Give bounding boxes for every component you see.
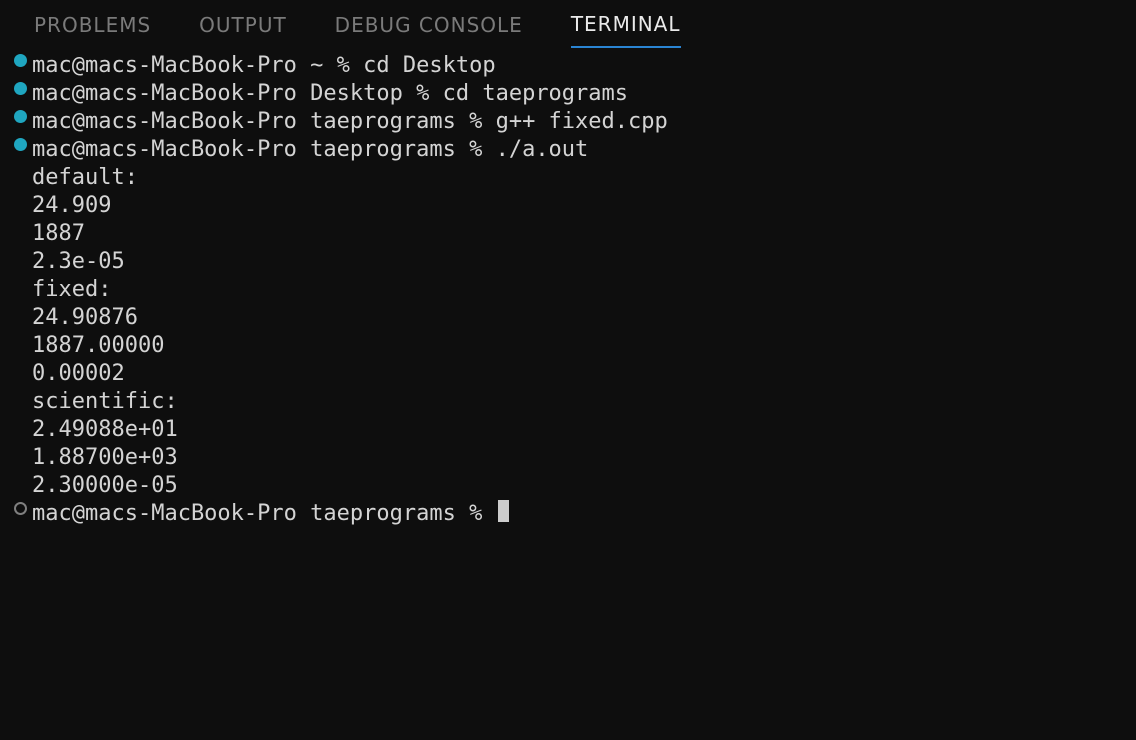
terminal-output[interactable]: mac@macs-MacBook-Pro ~ % cd Desktopmac@m… — [0, 48, 1136, 528]
terminal-text: 2.49088e+01 — [32, 416, 178, 444]
terminal-text: mac@macs-MacBook-Pro ~ % cd Desktop — [32, 52, 496, 80]
terminal-line: mac@macs-MacBook-Pro ~ % cd Desktop — [8, 52, 1136, 80]
terminal-line: 1887 — [8, 220, 1136, 248]
terminal-line: 2.3e-05 — [8, 248, 1136, 276]
tab-output[interactable]: OUTPUT — [199, 1, 287, 47]
terminal-line: 24.909 — [8, 192, 1136, 220]
dot-icon — [14, 82, 27, 95]
terminal-line: scientific: — [8, 388, 1136, 416]
terminal-text: mac@macs-MacBook-Pro taeprograms % ./a.o… — [32, 136, 588, 164]
terminal-text: 1887 — [32, 220, 85, 248]
dot-icon — [14, 110, 27, 123]
line-marker-success-icon — [8, 110, 32, 123]
terminal-text: 0.00002 — [32, 360, 125, 388]
terminal-line: 0.00002 — [8, 360, 1136, 388]
line-marker-prompt-icon — [8, 502, 32, 515]
terminal-text: default: — [32, 164, 138, 192]
terminal-line: 1.88700e+03 — [8, 444, 1136, 472]
line-marker-success-icon — [8, 138, 32, 151]
terminal-text: 1.88700e+03 — [32, 444, 178, 472]
tab-problems[interactable]: PROBLEMS — [34, 1, 151, 47]
line-marker-success-icon — [8, 54, 32, 67]
terminal-text: fixed: — [32, 276, 111, 304]
tab-debug-console[interactable]: DEBUG CONSOLE — [335, 1, 523, 47]
terminal-line: mac@macs-MacBook-Pro Desktop % cd taepro… — [8, 80, 1136, 108]
terminal-text: 1887.00000 — [32, 332, 164, 360]
terminal-line: 24.90876 — [8, 304, 1136, 332]
terminal-text: mac@macs-MacBook-Pro taeprograms % — [32, 500, 496, 528]
dot-icon — [14, 138, 27, 151]
terminal-line: fixed: — [8, 276, 1136, 304]
terminal-line: mac@macs-MacBook-Pro taeprograms % — [8, 500, 1136, 528]
dot-icon — [14, 54, 27, 67]
terminal-text: mac@macs-MacBook-Pro taeprograms % g++ f… — [32, 108, 668, 136]
ring-icon — [14, 502, 27, 515]
terminal-text: 2.3e-05 — [32, 248, 125, 276]
terminal-line: default: — [8, 164, 1136, 192]
tab-terminal[interactable]: TERMINAL — [571, 0, 681, 48]
terminal-text: 2.30000e-05 — [32, 472, 178, 500]
terminal-line: 2.30000e-05 — [8, 472, 1136, 500]
terminal-line: mac@macs-MacBook-Pro taeprograms % g++ f… — [8, 108, 1136, 136]
terminal-line: mac@macs-MacBook-Pro taeprograms % ./a.o… — [8, 136, 1136, 164]
terminal-text: 24.909 — [32, 192, 111, 220]
terminal-line: 2.49088e+01 — [8, 416, 1136, 444]
terminal-cursor — [498, 500, 509, 522]
terminal-text: 24.90876 — [32, 304, 138, 332]
terminal-text: mac@macs-MacBook-Pro Desktop % cd taepro… — [32, 80, 628, 108]
terminal-line: 1887.00000 — [8, 332, 1136, 360]
terminal-text: scientific: — [32, 388, 178, 416]
panel-tabs: PROBLEMS OUTPUT DEBUG CONSOLE TERMINAL — [0, 0, 1136, 48]
line-marker-success-icon — [8, 82, 32, 95]
